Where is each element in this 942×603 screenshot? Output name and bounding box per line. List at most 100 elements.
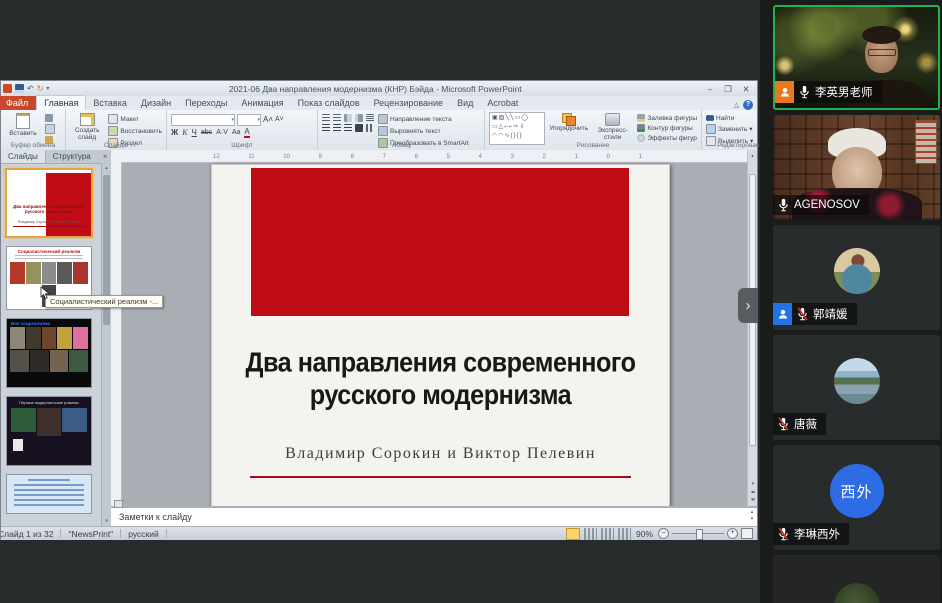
collapse-ribbon-icon[interactable]: △ <box>734 101 739 109</box>
title-bar[interactable]: ↶ ↻ ▾ 2021-06 Два направления модернизма… <box>1 81 757 96</box>
tab-acrobat[interactable]: Acrobat <box>480 96 525 110</box>
participant-avatar <box>834 248 880 294</box>
cut-icon[interactable] <box>45 114 53 122</box>
close-button[interactable]: ✕ <box>737 83 755 95</box>
paste-button[interactable]: Вставить <box>5 112 41 141</box>
increase-indent-icon[interactable] <box>355 114 363 122</box>
expand-panel-button[interactable]: › <box>738 288 758 323</box>
find-button[interactable]: Найти <box>706 114 753 122</box>
undo-icon[interactable]: ↶ <box>27 84 34 93</box>
align-text-button[interactable]: Выровнять текст <box>378 126 469 136</box>
slide-thumbnail-3[interactable]: Вне соцреализма <box>6 318 92 388</box>
participant-name: AGENOSOV <box>794 199 860 211</box>
tab-transitions[interactable]: Переходы <box>178 96 234 110</box>
minimize-button[interactable]: – <box>701 83 719 95</box>
reading-view-icon[interactable] <box>600 528 614 540</box>
participant-tile-2[interactable]: AGENOSOV <box>773 115 940 220</box>
next-slide-button[interactable]: ▾▾ <box>748 496 757 504</box>
zoom-slider[interactable] <box>672 533 724 534</box>
fit-to-window-icon[interactable] <box>741 528 753 539</box>
underline-button[interactable]: Ч <box>192 128 197 138</box>
participants-sidebar: 李英男老师 AGENOSOV <box>760 0 942 603</box>
zoom-slider-thumb[interactable] <box>696 529 703 540</box>
notes-scrollbar[interactable]: ▴▾ <box>748 509 756 523</box>
align-right-icon[interactable] <box>344 124 352 132</box>
tab-review[interactable]: Рецензирование <box>367 96 451 110</box>
pane-tab-slides[interactable]: Слайды <box>1 150 46 163</box>
shape-outline-button[interactable]: Контур фигуры <box>637 124 697 132</box>
arrange-button[interactable]: Упорядочить <box>549 112 588 141</box>
decrease-indent-icon[interactable] <box>344 114 352 122</box>
tab-slideshow[interactable]: Показ слайдов <box>291 96 367 110</box>
change-case-button[interactable]: Aa <box>232 128 241 138</box>
participant-tile-3[interactable]: 郭靖媛 <box>773 225 940 330</box>
participant-tile-1[interactable]: 李英男老师 <box>773 5 940 110</box>
slide-sorter-view-icon[interactable] <box>583 528 597 540</box>
tab-insert[interactable]: Вставка <box>86 96 133 110</box>
new-slide-button[interactable]: Создать слайд <box>70 112 104 141</box>
text-direction-button[interactable]: Направление текста <box>378 114 469 124</box>
notes-placeholder[interactable]: Заметки к слайду <box>119 512 192 522</box>
notes-pane[interactable]: Заметки к слайду ▴▾ <box>111 506 757 528</box>
shape-fill-button[interactable]: Заливка фигуры <box>637 114 697 122</box>
slide-red-rectangle[interactable] <box>251 168 629 316</box>
font-size-combo[interactable] <box>237 114 261 126</box>
pane-close-icon[interactable]: × <box>98 150 112 163</box>
italic-button[interactable]: К <box>182 128 187 138</box>
layout-button[interactable]: Макет <box>108 114 162 124</box>
character-spacing-icon[interactable]: A·V <box>216 128 228 138</box>
slide-thumbnail-1[interactable]: Два направления современного русского мо… <box>5 168 93 238</box>
zoom-out-button[interactable]: – <box>658 528 669 539</box>
slide-subtitle[interactable]: Владимир Сорокин и Виктор Пелевин <box>224 445 657 463</box>
normal-view-icon[interactable] <box>566 528 580 540</box>
line-spacing-icon[interactable] <box>366 114 374 122</box>
pane-tab-outline[interactable]: Структура <box>46 150 98 163</box>
slides-pane-scrollbar[interactable]: ▴ ▾ <box>101 163 111 526</box>
numbering-icon[interactable] <box>333 114 341 122</box>
font-color-button[interactable]: A <box>244 128 249 138</box>
slide-canvas[interactable]: Два направления современного русского мо… <box>211 164 670 506</box>
tab-view[interactable]: Вид <box>450 96 480 110</box>
scroll-up-icon[interactable]: ▴ <box>102 163 111 173</box>
scroll-down-icon[interactable]: ▾ <box>748 480 757 488</box>
font-name-combo[interactable] <box>171 114 235 126</box>
help-icon[interactable]: ? <box>743 100 753 110</box>
bullets-icon[interactable] <box>322 114 330 122</box>
justify-icon[interactable] <box>355 124 363 132</box>
pane-splitter-grip[interactable] <box>114 500 123 508</box>
save-icon[interactable] <box>15 84 24 93</box>
shape-effects-button[interactable]: Эффекты фигур <box>637 134 697 142</box>
copy-icon[interactable] <box>45 124 55 134</box>
strikethrough-button[interactable]: abc <box>201 128 212 138</box>
main-scrollbar[interactable]: ▴ ▾ ▴▴ ▾▾ <box>747 150 757 506</box>
tab-animations[interactable]: Анимация <box>234 96 290 110</box>
grow-font-icon[interactable]: A˄ <box>263 115 273 125</box>
columns-icon[interactable] <box>366 124 374 132</box>
scroll-down-icon[interactable]: ▾ <box>102 516 111 526</box>
slideshow-view-icon[interactable] <box>617 528 631 540</box>
shapes-gallery[interactable]: ▣▨╲╲▭◯▭△⌐⌐⇨⇩◠◠∿(){} <box>489 112 545 145</box>
tab-home[interactable]: Главная <box>36 95 86 110</box>
align-left-icon[interactable] <box>322 124 330 132</box>
reset-button[interactable]: Восстановить <box>108 126 162 136</box>
replace-button[interactable]: Заменить ▾ <box>706 124 753 134</box>
tab-design[interactable]: Дизайн <box>134 96 178 110</box>
restore-button[interactable]: ❐ <box>719 83 737 95</box>
align-center-icon[interactable] <box>333 124 341 132</box>
redo-icon[interactable]: ↻ <box>37 84 44 93</box>
shrink-font-icon[interactable]: A˅ <box>275 115 284 125</box>
bold-button[interactable]: Ж <box>171 128 178 138</box>
zoom-in-button[interactable]: + <box>727 528 738 539</box>
participant-tile-5[interactable]: 西外 李琳西外 <box>773 445 940 550</box>
tab-file[interactable]: Файл <box>0 96 36 110</box>
quick-styles-icon <box>605 113 620 126</box>
participant-tile-4[interactable]: 唐薇 <box>773 335 940 440</box>
slide-thumbnail-4[interactable]: Первые модернистские романы <box>6 396 92 466</box>
participant-tile-6[interactable] <box>773 555 940 603</box>
scroll-up-icon[interactable]: ▴ <box>748 150 757 162</box>
previous-slide-button[interactable]: ▴▴ <box>748 488 757 496</box>
slide-thumbnail-5[interactable] <box>6 474 92 514</box>
quick-styles-button[interactable]: Экспресс-стили <box>592 112 633 141</box>
slide-title[interactable]: Два направления современного русского мо… <box>230 346 650 410</box>
slide-workspace: 12 11 10 9 8 7 6 5 4 3 2 1 0 1 Два напра… <box>111 150 757 506</box>
